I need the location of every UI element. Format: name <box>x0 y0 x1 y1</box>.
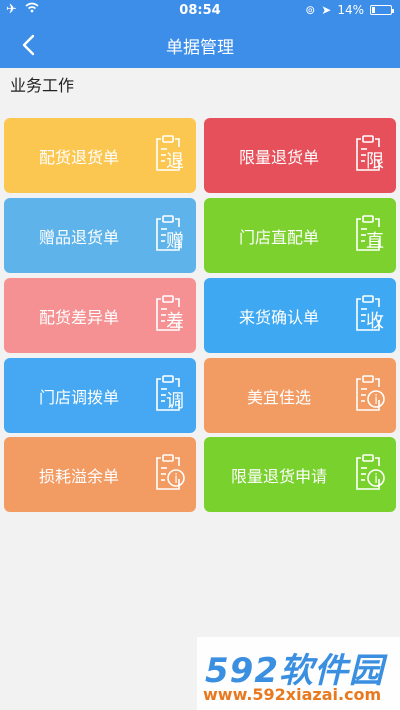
card-item[interactable]: 来货确认单 收 <box>204 278 396 353</box>
orientation-lock-icon: ⊚ <box>305 3 316 17</box>
svg-text:差: 差 <box>166 311 184 332</box>
clipboard-document-icon: 调 <box>153 375 187 417</box>
card-label: 来货确认单 <box>238 307 319 327</box>
clipboard-info-icon: i <box>153 454 187 496</box>
clipboard-document-icon: 退 <box>153 135 187 177</box>
clipboard-info-icon: i <box>353 375 387 417</box>
card-label: 赠品退货单 <box>38 227 119 247</box>
card-item[interactable]: 配货退货单 退 <box>4 118 196 193</box>
card-item[interactable]: 限量退货申请 i <box>204 437 396 512</box>
watermark: 592软件园 www.592xiazai.com <box>197 637 400 710</box>
svg-text:i: i <box>374 472 378 487</box>
watermark-url: www.592xiazai.com <box>203 685 382 704</box>
card-label: 门店直配单 <box>238 227 319 247</box>
nav-bar: 单据管理 <box>0 22 400 68</box>
card-item[interactable]: 配货差异单 差 <box>4 278 196 353</box>
page-title: 单据管理 <box>166 38 234 58</box>
status-bar: ✈ 08:54 ⊚ ➤ 14% <box>0 0 400 22</box>
clipboard-document-icon: 收 <box>353 295 387 337</box>
battery-icon <box>370 5 394 15</box>
status-right: ⊚ ➤ 14% <box>305 3 394 17</box>
svg-text:直: 直 <box>366 231 384 252</box>
card-item[interactable]: 限量退货单 限 <box>204 118 396 193</box>
card-item[interactable]: 损耗溢余单 i <box>4 437 196 512</box>
svg-text:i: i <box>174 472 178 487</box>
clipboard-document-icon: 限 <box>353 135 387 177</box>
card-label: 损耗溢余单 <box>38 466 119 486</box>
clipboard-info-icon: i <box>353 454 387 496</box>
card-label: 配货差异单 <box>38 307 119 327</box>
svg-text:收: 收 <box>366 311 384 332</box>
card-item[interactable]: 门店直配单 直 <box>204 198 396 273</box>
clipboard-document-icon: 赠 <box>153 215 187 257</box>
card-label: 美宜佳选 <box>246 387 311 407</box>
card-item[interactable]: 美宜佳选 i <box>204 358 396 433</box>
clipboard-document-icon: 差 <box>153 295 187 337</box>
card-item[interactable]: 赠品退货单 赠 <box>4 198 196 273</box>
card-label: 限量退货单 <box>238 147 319 167</box>
top-bar: ✈ 08:54 ⊚ ➤ 14% 单据管理 <box>0 0 400 68</box>
section-title: 业务工作 <box>10 76 75 95</box>
location-icon: ➤ <box>321 3 332 17</box>
card-item[interactable]: 门店调拨单 调 <box>4 358 196 433</box>
svg-text:调: 调 <box>166 391 184 412</box>
card-label: 门店调拨单 <box>38 387 119 407</box>
svg-text:限: 限 <box>366 151 384 172</box>
svg-text:i: i <box>374 393 378 408</box>
card-label: 配货退货单 <box>38 147 119 167</box>
battery-percent: 14% <box>337 3 364 17</box>
svg-text:赠: 赠 <box>166 231 184 252</box>
svg-text:退: 退 <box>166 151 184 172</box>
clipboard-document-icon: 直 <box>353 215 387 257</box>
card-label: 限量退货申请 <box>230 466 327 486</box>
